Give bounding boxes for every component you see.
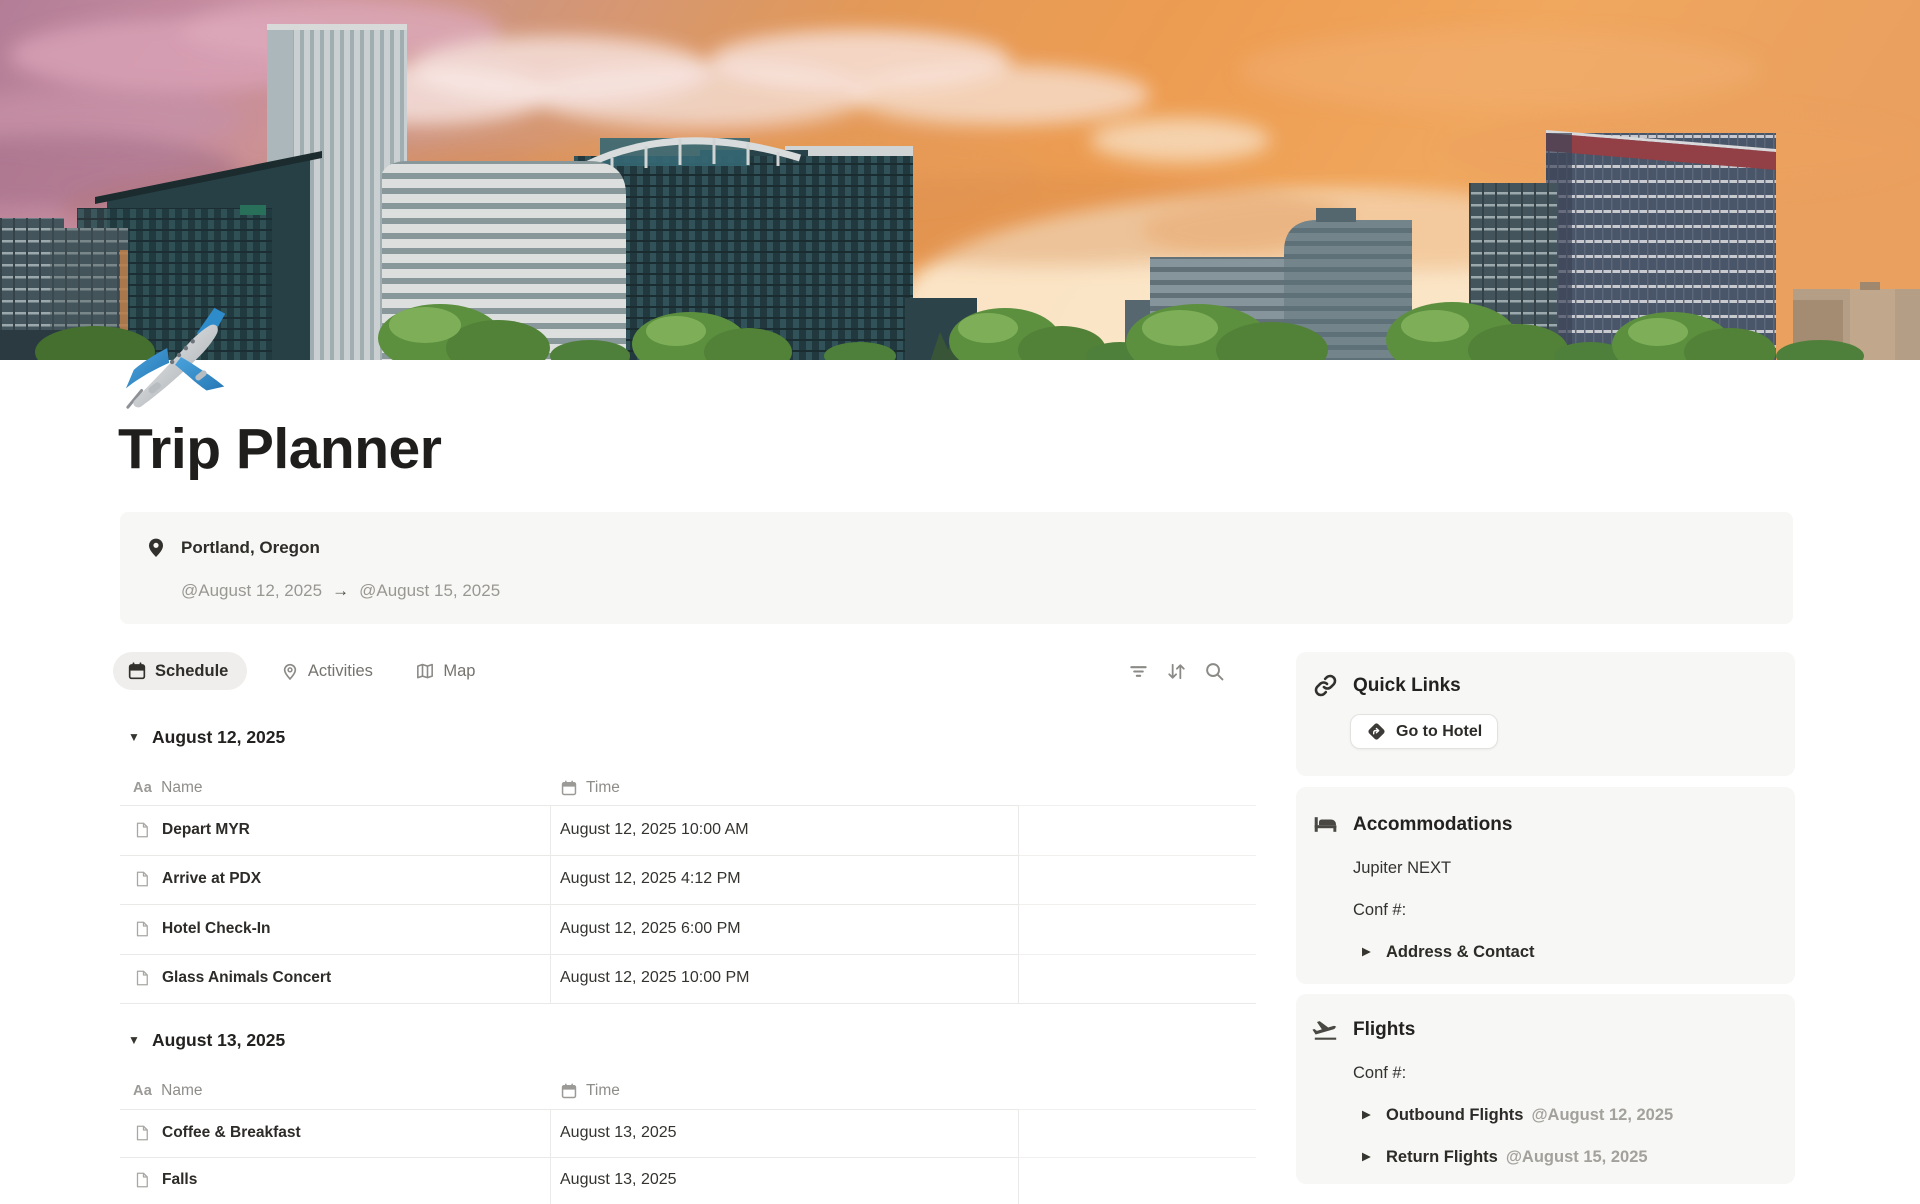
table-row[interactable]: Arrive at PDX August 12, 2025 4:12 PM [120, 855, 1256, 905]
tab-activities[interactable]: Activities [274, 652, 379, 690]
tab-schedule-label: Schedule [155, 662, 228, 681]
portland-skyline-illustration [0, 0, 1920, 360]
page-title[interactable]: Trip Planner [118, 416, 441, 482]
column-header-time[interactable]: Time [550, 771, 1018, 805]
page-icon [133, 821, 151, 839]
table-row[interactable]: Depart MYR August 12, 2025 10:00 AM [120, 805, 1256, 855]
search-icon[interactable] [1203, 660, 1226, 683]
page-icon [133, 920, 151, 938]
table-row[interactable]: Coffee & Breakfast August 13, 2025 [120, 1109, 1256, 1157]
tab-schedule[interactable]: Schedule [113, 652, 247, 690]
row-time: August 12, 2025 6:00 PM [560, 920, 741, 938]
row-time: August 12, 2025 4:12 PM [560, 870, 741, 888]
bed-icon [1312, 811, 1339, 838]
chevron-right-icon: ▶ [1362, 1144, 1375, 1171]
row-title: Falls [162, 1171, 197, 1189]
page-icon [133, 1171, 151, 1189]
quick-links-title: Quick Links [1353, 675, 1461, 697]
calendar-icon [127, 661, 147, 681]
view-tabs: Schedule Activities Map [113, 652, 1256, 692]
tab-activities-label: Activities [308, 662, 373, 681]
chevron-right-icon: ▶ [1362, 939, 1375, 966]
go-to-hotel-button[interactable]: Go to Hotel [1350, 714, 1498, 749]
row-title: Arrive at PDX [162, 870, 261, 888]
chevron-right-icon: ▶ [1362, 1102, 1375, 1129]
table-header-row: Aa Name Time [120, 1073, 1256, 1109]
flights-title: Flights [1353, 1019, 1415, 1041]
calendar-icon [560, 1082, 578, 1100]
row-time: August 13, 2025 [560, 1171, 677, 1189]
section-date-label: August 12, 2025 [152, 727, 285, 748]
calendar-icon [560, 779, 578, 797]
filter-icon[interactable] [1127, 660, 1150, 683]
arrow-glyph: → [332, 581, 349, 600]
row-time: August 12, 2025 10:00 AM [560, 821, 749, 839]
row-time: August 12, 2025 10:00 PM [560, 969, 749, 987]
trip-date-range: @August 12, 2025 → @August 15, 2025 [181, 581, 500, 601]
accommodations-title: Accommodations [1353, 814, 1512, 836]
row-time: August 13, 2025 [560, 1124, 677, 1142]
text-property-icon: Aa [133, 780, 152, 796]
end-date-mention[interactable]: @August 15, 2025 [359, 581, 500, 600]
pin-icon [280, 661, 300, 681]
location-pin-icon [144, 535, 168, 559]
row-title: Coffee & Breakfast [162, 1124, 301, 1142]
page-icon [133, 1124, 151, 1142]
row-title: Glass Animals Concert [162, 969, 331, 987]
sort-icon[interactable] [1165, 660, 1188, 683]
table-toolbar [1127, 660, 1226, 683]
link-icon [1312, 672, 1339, 699]
outbound-date-mention[interactable]: @August 12, 2025 [1531, 1102, 1673, 1129]
confirmation-label: Conf #: [1353, 897, 1406, 924]
map-icon [415, 661, 435, 681]
text-property-icon: Aa [133, 1083, 152, 1099]
section-date-label: August 13, 2025 [152, 1030, 285, 1051]
trip-location: Portland, Oregon [181, 538, 320, 558]
row-title: Hotel Check-In [162, 920, 271, 938]
column-header-name[interactable]: Aa Name [120, 771, 550, 805]
tab-map-label: Map [443, 662, 475, 681]
flights-card: Flights Conf #: ▶ Outbound Flights @Augu… [1296, 994, 1795, 1184]
cover-image [0, 0, 1920, 360]
location-callout: Portland, Oregon @August 12, 2025→@Augus… [120, 512, 1793, 624]
column-header-time[interactable]: Time [550, 1073, 1018, 1109]
outbound-flights-toggle[interactable]: ▶ Outbound Flights @August 12, 2025 [1362, 1102, 1673, 1129]
schedule-table-august-12: Aa Name Time Depart MYR August 12, 2025 … [120, 771, 1256, 1003]
row-title: Depart MYR [162, 821, 250, 839]
accommodations-card: Accommodations Jupiter NEXT Conf #: ▶ Ad… [1296, 787, 1795, 984]
address-contact-toggle[interactable]: ▶ Address & Contact [1362, 939, 1535, 966]
page-icon [133, 969, 151, 987]
chevron-down-icon: ▼ [128, 730, 142, 744]
table-row[interactable]: Falls August 13, 2025 [120, 1157, 1256, 1204]
schedule-table-august-13: Aa Name Time Coffee & Breakfast August 1… [120, 1073, 1256, 1199]
page-icon [133, 870, 151, 888]
directions-icon [1366, 721, 1387, 742]
section-toggle-august-12[interactable]: ▼ August 12, 2025 [120, 725, 285, 749]
go-to-hotel-label: Go to Hotel [1396, 723, 1482, 741]
confirmation-label: Conf #: [1353, 1060, 1406, 1087]
trip-planner-page: Trip Planner Portland, Oregon @August 12… [0, 0, 1920, 1199]
flight-departure-icon [1312, 1016, 1339, 1043]
section-toggle-august-13[interactable]: ▼ August 13, 2025 [120, 1028, 285, 1052]
table-row[interactable]: Hotel Check-In August 12, 2025 6:00 PM [120, 904, 1256, 954]
column-header-name[interactable]: Aa Name [120, 1073, 550, 1109]
tab-map[interactable]: Map [409, 652, 481, 690]
hotel-name: Jupiter NEXT [1353, 855, 1451, 882]
return-flights-toggle[interactable]: ▶ Return Flights @August 15, 2025 [1362, 1144, 1648, 1171]
table-row[interactable]: Glass Animals Concert August 12, 2025 10… [120, 954, 1256, 1004]
chevron-down-icon: ▼ [128, 1033, 142, 1047]
return-date-mention[interactable]: @August 15, 2025 [1506, 1144, 1648, 1171]
start-date-mention[interactable]: @August 12, 2025 [181, 581, 322, 600]
quick-links-card: Quick Links Go to Hotel [1296, 652, 1795, 776]
table-header-row: Aa Name Time [120, 771, 1256, 805]
